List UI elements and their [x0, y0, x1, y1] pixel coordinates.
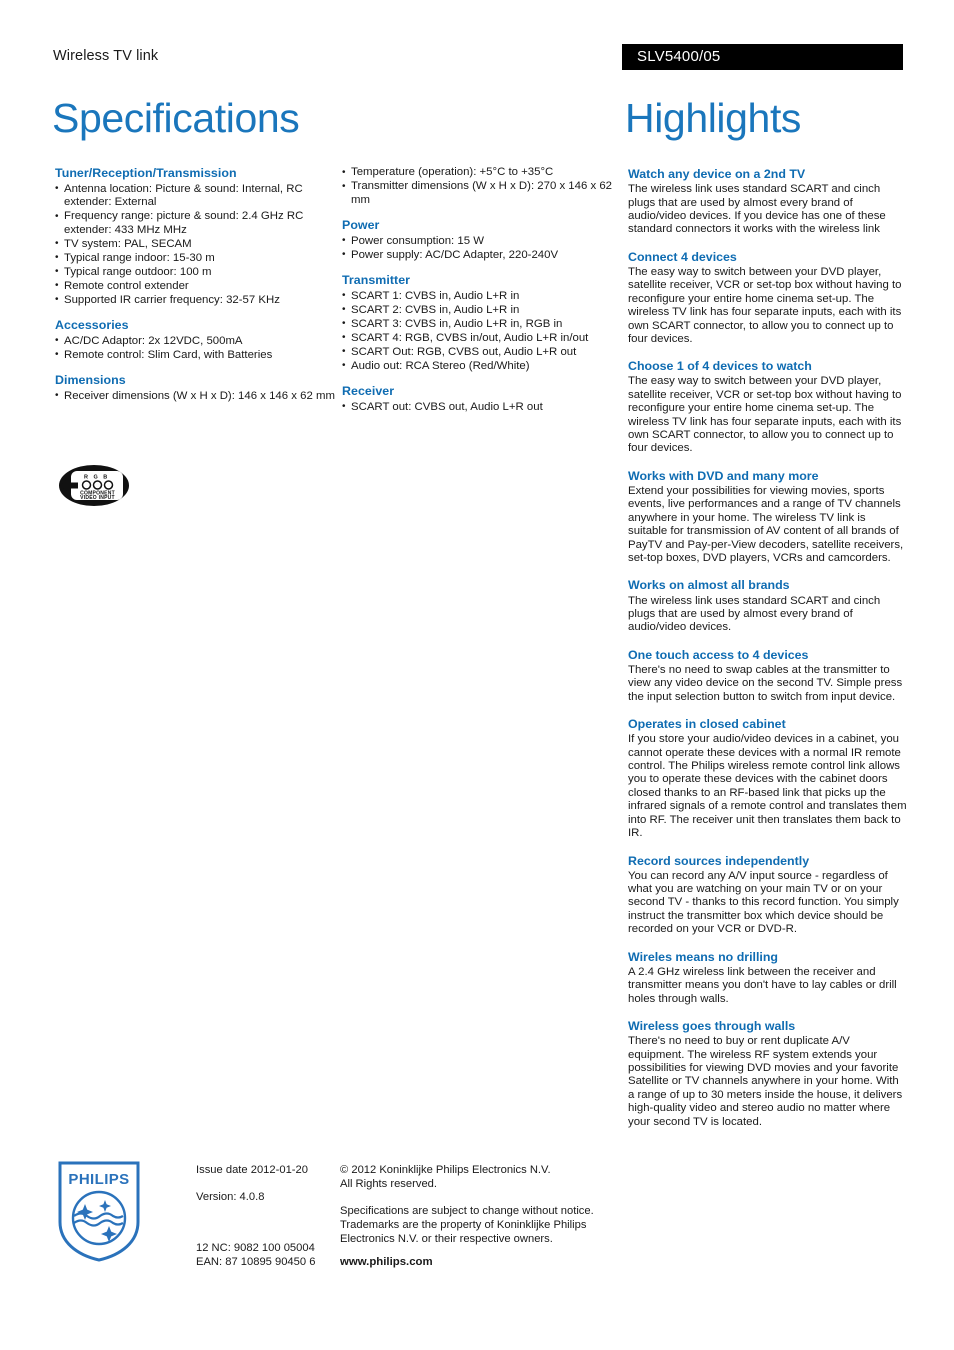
- spec-item: SCART Out: RGB, CVBS out, Audio L+R out: [342, 345, 624, 360]
- page-footer: PHILIPS Issue date 2012-01-20 Version: 4…: [0, 1155, 954, 1315]
- spec-item: SCART 3: CVBS in, Audio L+R in, RGB in: [342, 317, 624, 332]
- highlight-body: Extend your possibilities for viewing mo…: [628, 485, 904, 565]
- spec-section: Transmitter SCART 1: CVBS in, Audio L+R i…: [342, 273, 624, 373]
- spec-item: Power supply: AC/DC Adapter, 220-240V: [342, 248, 624, 263]
- highlight-entry: Wireless goes through walls There's no ne…: [628, 1018, 908, 1129]
- spec-item: Remote control: Slim Card, with Batterie…: [55, 348, 337, 363]
- spec-sheet-page: Wireless TV link SLV5400/05 Specificatio…: [0, 0, 954, 1350]
- page-header: Wireless TV link SLV5400/05: [0, 44, 954, 72]
- spec-section-heading: Transmitter: [342, 273, 411, 287]
- copyright-line-2: All Rights reserved.: [340, 1178, 437, 1190]
- footer-id-column: 12 NC: 9082 100 05004 EAN: 87 10895 9045…: [196, 1241, 315, 1269]
- highlight-entry: Watch any device on a 2nd TV The wireless…: [628, 166, 908, 237]
- spec-item-list: SCART out: CVBS out, Audio L+R out: [342, 400, 624, 415]
- nc-code: 12 NC: 9082 100 05004: [196, 1242, 315, 1254]
- highlight-body: The easy way to switch between your DVD …: [628, 265, 902, 345]
- svg-text:VIDEO INPUT: VIDEO INPUT: [80, 495, 115, 501]
- spec-item: AC/DC Adaptor: 2x 12VDC, 500mA: [55, 334, 337, 349]
- ean-code: EAN: 87 10895 90450 6: [196, 1256, 316, 1268]
- copyright-line-1: © 2012 Koninklijke Philips Electronics N…: [340, 1164, 551, 1176]
- specifications-title: Specifications: [52, 95, 300, 141]
- spec-item: Transmitter dimensions (W x H x D): 270 …: [342, 180, 624, 207]
- spec-item: Frequency range: picture & sound: 2.4 GH…: [55, 210, 337, 237]
- spec-section: Receiver SCART out: CVBS out, Audio L+R o…: [342, 384, 624, 414]
- highlight-entry: Connect 4 devices The easy way to switch …: [628, 249, 908, 347]
- highlights-column: Watch any device on a 2nd TV The wireless…: [628, 166, 908, 1141]
- spec-item: Remote control extender: [55, 279, 337, 294]
- highlight-title: Works on almost all brands: [628, 578, 790, 593]
- highlight-entry: Record sources independently You can reco…: [628, 853, 908, 937]
- spec-item: Receiver dimensions (W x H x D): 146 x 1…: [55, 389, 337, 404]
- spec-item: Audio out: RCA Stereo (Red/White): [342, 359, 624, 374]
- highlight-body: A 2.4 GHz wireless link between the rece…: [628, 965, 897, 1005]
- highlight-entry: Choose 1 of 4 devices to watch The easy w…: [628, 358, 908, 456]
- footer-legal-column: © 2012 Koninklijke Philips Electronics N…: [340, 1163, 610, 1246]
- spec-section-heading: Accessories: [55, 318, 129, 332]
- spec-item: SCART 2: CVBS in, Audio L+R in: [342, 303, 624, 318]
- highlight-title: Choose 1 of 4 devices to watch: [628, 359, 812, 374]
- spec-section-heading: Receiver: [342, 384, 395, 398]
- highlights-title: Highlights: [625, 95, 802, 141]
- highlight-body: If you store your audio/video devices in…: [628, 733, 907, 840]
- spec-section: Power Power consumption: 15 WPower supply…: [342, 218, 624, 262]
- footer-meta-column: Issue date 2012-01-20 Version: 4.0.8: [196, 1163, 336, 1204]
- spec-section-heading: Tuner/Reception/Transmission: [55, 166, 237, 180]
- issue-date: Issue date 2012-01-20: [196, 1164, 308, 1176]
- spec-section: Tuner/Reception/Transmission Antenna loca…: [55, 166, 337, 307]
- philips-logo: PHILIPS: [57, 1160, 141, 1263]
- spec-item: SCART 1: CVBS in, Audio L+R in: [342, 289, 624, 304]
- specifications-middle-column: Temperature (operation): +5°C to +35°CTr…: [342, 166, 624, 415]
- highlight-title: Operates in closed cabinet: [628, 717, 786, 732]
- highlight-entry: Works with DVD and many more Extend your …: [628, 468, 908, 566]
- spec-item-list: Temperature (operation): +5°C to +35°CTr…: [342, 166, 624, 207]
- spec-item: SCART out: CVBS out, Audio L+R out: [342, 400, 624, 415]
- legal-disclaimer: Specifications are subject to change wit…: [340, 1205, 594, 1245]
- spec-item-list: Power consumption: 15 WPower supply: AC/…: [342, 234, 624, 263]
- spec-item: SCART 4: RGB, CVBS in/out, Audio L+R in/…: [342, 331, 624, 346]
- spec-item-list: Antenna location: Picture & sound: Inter…: [55, 182, 337, 308]
- product-code-label: SLV5400/05: [637, 48, 721, 65]
- spec-item-list: Receiver dimensions (W x H x D): 146 x 1…: [55, 389, 337, 404]
- product-code-bar: SLV5400/05: [622, 44, 903, 70]
- highlight-entry: Works on almost all brands The wireless l…: [628, 577, 908, 634]
- svg-text:PHILIPS: PHILIPS: [68, 1171, 129, 1188]
- highlight-entry: Wireles means no drilling A 2.4 GHz wirel…: [628, 949, 908, 1006]
- highlight-entry: One touch access to 4 devices There's no …: [628, 647, 908, 704]
- highlight-body: You can record any A/V input source - re…: [628, 869, 899, 936]
- spec-item: Temperature (operation): +5°C to +35°C: [342, 166, 624, 180]
- website-link[interactable]: www.philips.com: [340, 1256, 433, 1268]
- svg-text:R G B: R G B: [84, 475, 109, 481]
- spec-section-heading: Power: [342, 218, 380, 232]
- spec-item: Antenna location: Picture & sound: Inter…: [55, 182, 337, 210]
- version: Version: 4.0.8: [196, 1191, 265, 1203]
- highlight-title: One touch access to 4 devices: [628, 647, 809, 662]
- highlight-body: The wireless link uses standard SCART an…: [628, 183, 886, 236]
- spec-item: Supported IR carrier frequency: 32-57 KH…: [55, 293, 337, 308]
- highlight-title: Record sources independently: [628, 853, 810, 868]
- highlight-body: The wireless link uses standard SCART an…: [628, 594, 881, 634]
- highlight-body: There's no need to buy or rent duplicate…: [628, 1035, 903, 1128]
- spec-item: TV system: PAL, SECAM: [55, 237, 337, 252]
- spec-item: Power consumption: 15 W: [342, 234, 624, 249]
- highlight-title: Wireless goes through walls: [628, 1019, 796, 1033]
- spec-item: Typical range outdoor: 100 m: [55, 265, 337, 280]
- highlight-title: Works with DVD and many more: [628, 468, 819, 483]
- spec-section: Accessories AC/DC Adaptor: 2x 12VDC, 500m…: [55, 318, 337, 362]
- highlight-body: The easy way to switch between your DVD …: [628, 375, 902, 455]
- specifications-left-column: Tuner/Reception/Transmission Antenna loca…: [55, 166, 337, 404]
- spec-section: Temperature (operation): +5°C to +35°CTr…: [342, 166, 624, 207]
- spec-item: Typical range indoor: 15-30 m: [55, 251, 337, 266]
- spec-item-list: AC/DC Adaptor: 2x 12VDC, 500mARemote con…: [55, 334, 337, 363]
- highlight-title: Watch any device on a 2nd TV: [628, 167, 806, 181]
- highlight-body: There's no need to swap cables at the tr…: [628, 663, 903, 703]
- highlight-title: Connect 4 devices: [628, 249, 737, 264]
- highlight-entry: Operates in closed cabinet If you store y…: [628, 716, 908, 840]
- spec-section: Dimensions Receiver dimensions (W x H x D…: [55, 373, 337, 403]
- component-video-input-badge: R G B COMPONENT VIDEO INPUT: [58, 464, 130, 507]
- spec-item-list: SCART 1: CVBS in, Audio L+R inSCART 2: C…: [342, 289, 624, 374]
- highlight-title: Wireles means no drilling: [628, 949, 778, 964]
- product-category-label: Wireless TV link: [53, 48, 159, 64]
- spec-section-heading: Dimensions: [55, 373, 126, 387]
